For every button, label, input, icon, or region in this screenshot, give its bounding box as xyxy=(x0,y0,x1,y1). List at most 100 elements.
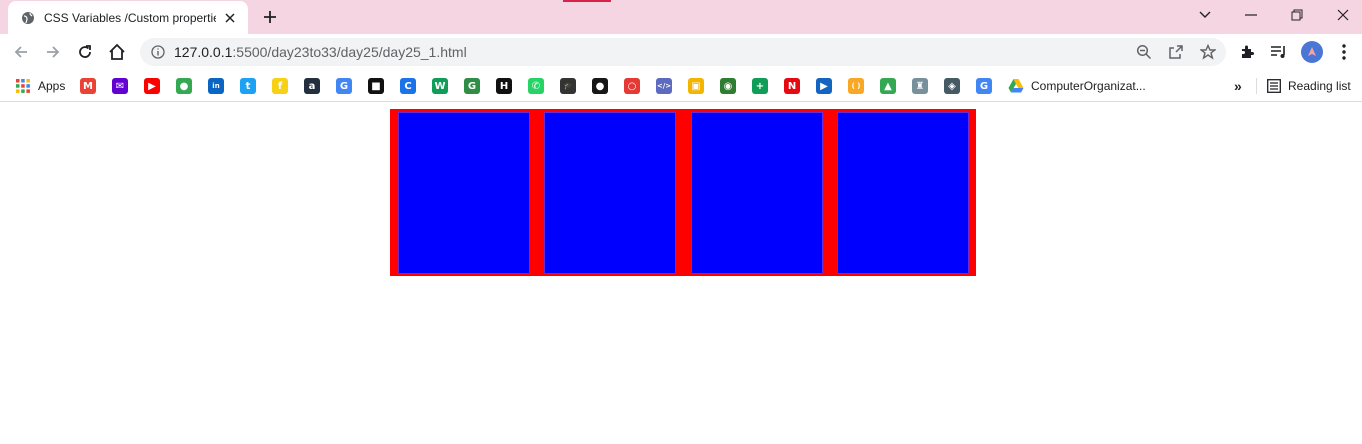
code-icon: </> xyxy=(656,78,672,94)
bookmark-tower[interactable]: ♜ xyxy=(912,76,928,96)
url-text[interactable]: 127.0.0.1:5500/day23to33/day25/day25_1.h… xyxy=(174,44,467,60)
bookmark-sheets[interactable]: + xyxy=(752,76,768,96)
new-tab-button[interactable] xyxy=(258,6,282,28)
sheets-icon: + xyxy=(752,78,768,94)
bookmark-box[interactable]: ■ xyxy=(368,76,384,96)
reading-list-button[interactable]: Reading list xyxy=(1267,76,1351,96)
share-icon[interactable] xyxy=(1166,42,1186,62)
bookmark-code[interactable]: </> xyxy=(656,76,672,96)
hackerrank-icon: H xyxy=(496,78,512,94)
globe-icon xyxy=(20,10,36,26)
bookmark-flipkart[interactable]: f xyxy=(272,76,288,96)
bookmarks-overflow-button[interactable]: » xyxy=(1234,76,1242,96)
tab-search-button[interactable] xyxy=(1182,0,1228,30)
chevron-double-right-icon: » xyxy=(1234,78,1242,94)
bookmarks-divider xyxy=(1256,78,1257,94)
browser-toolbar: 127.0.0.1:5500/day23to33/day25/day25_1.h… xyxy=(0,34,1362,70)
back-icon xyxy=(14,46,27,58)
close-tab-icon[interactable] xyxy=(222,10,238,26)
tab-title: CSS Variables /Custom properties xyxy=(44,10,216,25)
circle-icon: ◉ xyxy=(720,78,736,94)
play-icon: ▶ xyxy=(816,78,832,94)
bookmark-google[interactable]: G xyxy=(336,76,352,96)
mail-icon: ✉ xyxy=(112,78,128,94)
bookmark-gmail[interactable]: M xyxy=(80,76,96,96)
bookmark-graduation-cap[interactable]: 🎓 xyxy=(560,76,576,96)
graduation-cap-icon: 🎓 xyxy=(560,78,576,94)
bookmark-netflix[interactable]: N xyxy=(784,76,800,96)
profile-avatar[interactable] xyxy=(1301,41,1323,63)
bookmark-linkedin[interactable]: in xyxy=(208,76,224,96)
bookmark-geeksforgeeks[interactable]: G xyxy=(464,76,480,96)
classroom-icon: ▣ xyxy=(688,78,704,94)
address-bar[interactable]: 127.0.0.1:5500/day23to33/day25/day25_1.h… xyxy=(140,38,1226,66)
bookmark-apps-label: Apps xyxy=(38,79,66,93)
flex-item-1 xyxy=(398,112,530,274)
tab-strip: CSS Variables /Custom properties xyxy=(0,0,1362,34)
box-icon: ■ xyxy=(368,78,384,94)
url-path: :5500/day23to33/day25/day25_1.html xyxy=(232,44,467,60)
flex-item-4 xyxy=(836,112,969,274)
brackets-icon: ( ) xyxy=(848,78,864,94)
flex-item-2 xyxy=(544,112,677,274)
close-window-button[interactable] xyxy=(1320,0,1362,30)
bookmark-maps[interactable]: ● xyxy=(176,76,192,96)
active-tab[interactable]: CSS Variables /Custom properties xyxy=(8,1,248,34)
reload-button[interactable] xyxy=(72,39,98,65)
bookmark-play[interactable]: ▶ xyxy=(816,76,832,96)
bookmark-mail[interactable]: ✉ xyxy=(112,76,128,96)
bookmark-w[interactable]: W xyxy=(432,76,448,96)
bookmark-c[interactable]: C xyxy=(400,76,416,96)
ring-icon: ○ xyxy=(624,78,640,94)
star-icon[interactable] xyxy=(1198,42,1218,62)
home-icon xyxy=(109,43,125,60)
bookmark-ring[interactable]: ○ xyxy=(624,76,640,96)
close-icon xyxy=(1337,9,1349,21)
netflix-icon: N xyxy=(784,78,800,94)
forward-button[interactable] xyxy=(40,39,66,65)
bookmark-apps[interactable]: Apps xyxy=(15,76,65,96)
home-button[interactable] xyxy=(104,39,130,65)
restore-icon xyxy=(1291,9,1303,21)
menu-button[interactable] xyxy=(1331,39,1357,65)
back-button[interactable] xyxy=(8,39,34,65)
apps-grid-icon xyxy=(16,79,30,93)
google-icon: G xyxy=(976,78,992,94)
flex-item-3 xyxy=(690,112,823,274)
youtube-icon: ▶ xyxy=(144,78,160,94)
bookmark-hackerrank[interactable]: H xyxy=(496,76,512,96)
bookmark-whatsapp[interactable]: ✆ xyxy=(528,76,544,96)
info-icon[interactable] xyxy=(150,44,166,60)
menu-icon xyxy=(1342,44,1346,60)
bookmark-brackets[interactable]: ( ) xyxy=(848,76,864,96)
media-control-button[interactable] xyxy=(1266,39,1292,65)
restore-button[interactable] xyxy=(1274,0,1320,30)
bookmark-shield[interactable]: ◈ xyxy=(944,76,960,96)
shield-icon: ◈ xyxy=(944,78,960,94)
bookmark-circle[interactable]: ◉ xyxy=(720,76,736,96)
bookmark-youtube[interactable]: ▶ xyxy=(144,76,160,96)
bookmark-classroom[interactable]: ▣ xyxy=(688,76,704,96)
bookmark-twitter[interactable]: t xyxy=(240,76,256,96)
extensions-button[interactable] xyxy=(1234,39,1260,65)
bookmark-google[interactable]: G xyxy=(976,76,992,96)
reload-icon xyxy=(79,45,91,58)
amazon-icon: a xyxy=(304,78,320,94)
minimize-button[interactable] xyxy=(1228,0,1274,30)
bookmarks-bar: Apps M ✉ ▶ ● in t f a G ■ C W G H ✆ 🎓 ● ○ </> ▣ ◉ + N ▶( ) ▲ ♜ ◈ G … xyxy=(0,70,1362,102)
bookmark-label: ComputerOrganizat... xyxy=(1031,79,1146,93)
bookmark-github[interactable]: ● xyxy=(592,76,608,96)
chevron-down-icon xyxy=(1199,11,1211,18)
reading-list-label: Reading list xyxy=(1288,79,1351,93)
bookmark-amazon[interactable]: a xyxy=(304,76,320,96)
google-icon: G xyxy=(336,78,352,94)
zoom-icon[interactable] xyxy=(1134,42,1154,62)
drive-icon: ▲ xyxy=(880,78,896,94)
tower-icon: ♜ xyxy=(912,78,928,94)
reading-list-icon xyxy=(1267,79,1281,93)
gmail-icon: M xyxy=(80,78,96,94)
drive-icon xyxy=(1008,79,1024,93)
bookmark-drive[interactable]: ▲ xyxy=(880,76,896,96)
linkedin-icon: in xyxy=(208,78,224,94)
bookmark-computer-organization[interactable]: ComputerOrganizat... xyxy=(1008,76,1146,96)
